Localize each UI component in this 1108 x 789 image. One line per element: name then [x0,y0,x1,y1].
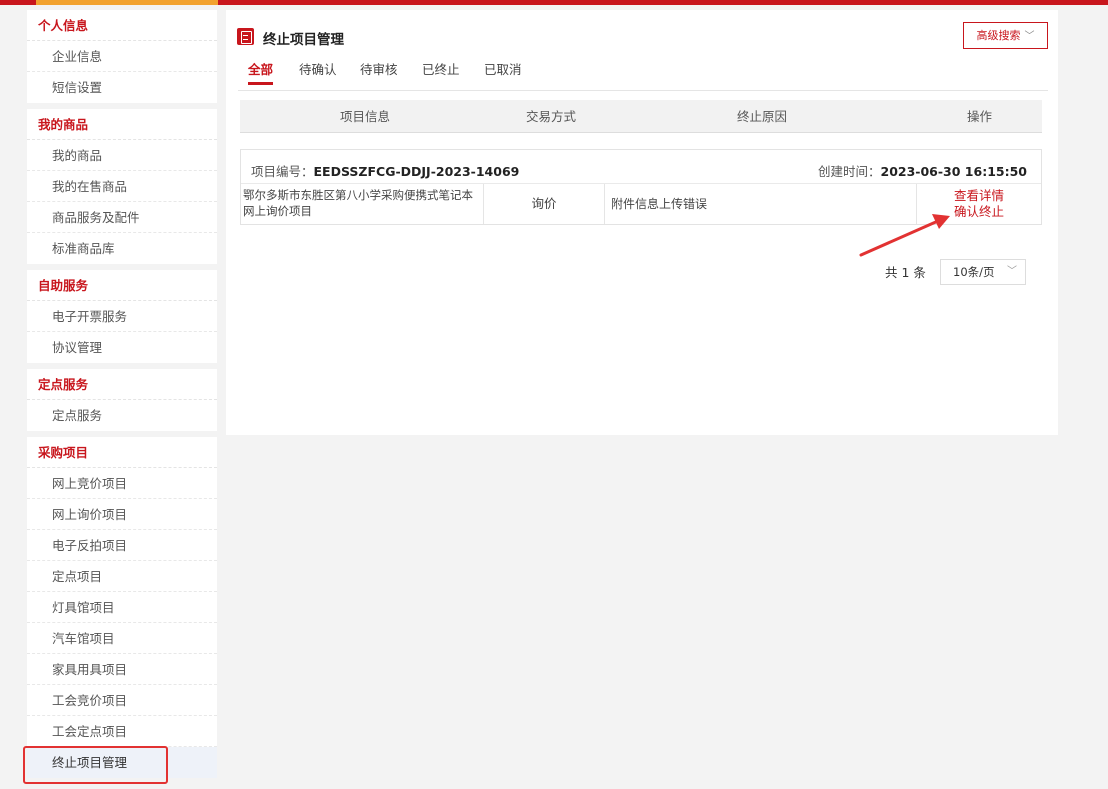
sidebar-group-personal: 个人信息 企业信息 短信设置 [27,10,217,103]
sidebar-item-company-info[interactable]: 企业信息 [27,41,217,72]
project-name: 鄂尔多斯市东胜区第八小学采购便携式笔记本 网上询价项目 [241,184,484,224]
document-icon [237,28,254,45]
advanced-search-label: 高级搜索 [976,29,1021,42]
chevron-down-icon: ﹀ [1007,266,1017,277]
view-details-link[interactable]: 查看详情 [917,188,1041,204]
created-time: 创建时间：2023-06-30 16:15:50 [818,161,1027,180]
sidebar-item-my-goods[interactable]: 我的商品 [27,140,217,171]
sidebar-group-title: 我的商品 [27,109,217,140]
column-trade-mode: 交易方式 [526,109,577,124]
confirm-termination-link[interactable]: 确认终止 [917,204,1041,220]
tab-pending-confirm[interactable]: 待确认 [299,59,337,78]
sidebar-item-online-inquiry[interactable]: 网上询价项目 [27,499,217,530]
project-name-line1: 鄂尔多斯市东胜区第八小学采购便携式笔记本 [243,188,473,202]
sidebar-group-designated: 定点服务 定点服务 [27,369,217,431]
total-count: 共 1 条 [885,265,926,280]
sidebar-item-union-bidding[interactable]: 工会竞价项目 [27,685,217,716]
sidebar-item-terminated-projects[interactable]: 终止项目管理 [23,746,217,784]
annotation-highlight-box [23,746,168,784]
sidebar-item-reverse-auction[interactable]: 电子反拍项目 [27,530,217,561]
sidebar-item-e-invoice[interactable]: 电子开票服务 [27,301,217,332]
sidebar-item-designated-service[interactable]: 定点服务 [27,400,217,431]
action-cell: 查看详情 确认终止 [917,184,1041,224]
top-bar [0,0,1108,5]
table-header: 项目信息 交易方式 终止原因 操作 [240,100,1042,133]
sidebar-group-title: 自助服务 [27,270,217,301]
tab-pending-review[interactable]: 待审核 [360,59,398,78]
sidebar-item-standard-goods[interactable]: 标准商品库 [27,233,217,264]
sidebar-group-self-service: 自助服务 电子开票服务 协议管理 [27,270,217,363]
sidebar-item-union-designated[interactable]: 工会定点项目 [27,716,217,747]
top-bar-accent [36,0,218,5]
sidebar-group-title: 个人信息 [27,10,217,41]
sidebar-item-agreements[interactable]: 协议管理 [27,332,217,363]
sidebar-item-lighting-projects[interactable]: 灯具馆项目 [27,592,217,623]
created-time-label: 创建时间： [817,164,881,179]
trade-mode: 询价 [484,184,605,224]
project-name-line2: 网上询价项目 [243,204,312,218]
sidebar-item-designated-projects[interactable]: 定点项目 [27,561,217,592]
sidebar-group-title: 采购项目 [27,437,217,468]
sidebar-item-services-accessories[interactable]: 商品服务及配件 [27,202,217,233]
main-panel: 终止项目管理 高级搜索 ﹀ 全部 待确认 待审核 已终止 已取消 项目信息 交易方… [226,10,1058,435]
sidebar-item-sms-settings[interactable]: 短信设置 [27,72,217,103]
sidebar-item-auto-projects[interactable]: 汽车馆项目 [27,623,217,654]
page-size-select[interactable]: 10条/页 ﹀ [940,259,1026,285]
advanced-search-button[interactable]: 高级搜索 ﹀ [963,22,1048,49]
column-termination-reason: 终止原因 [737,109,788,124]
project-number-value: EEDSSZFCG-DDJJ-2023-14069 [313,164,520,179]
sidebar-item-furniture-projects[interactable]: 家具用具项目 [27,654,217,685]
sidebar: 个人信息 企业信息 短信设置 我的商品 我的商品 我的在售商品 商品服务及配件 … [23,10,217,784]
divider [238,90,1048,91]
project-card-header: 项目编号：EEDSSZFCG-DDJJ-2023-14069 创建时间：2023… [241,150,1041,184]
page-size-value: 10条/页 [953,265,995,279]
sidebar-group-procurement: 采购项目 网上竞价项目 网上询价项目 电子反拍项目 定点项目 灯具馆项目 汽车馆… [23,437,217,784]
sidebar-item-on-sale-goods[interactable]: 我的在售商品 [27,171,217,202]
sidebar-group-goods: 我的商品 我的商品 我的在售商品 商品服务及配件 标准商品库 [27,109,217,264]
column-project-info: 项目信息 [340,109,391,124]
tab-terminated[interactable]: 已终止 [422,59,460,78]
tab-cancelled[interactable]: 已取消 [484,59,522,78]
sidebar-item-online-bidding[interactable]: 网上竞价项目 [27,468,217,499]
termination-reason: 附件信息上传错误 [605,184,917,224]
project-number: 项目编号：EEDSSZFCG-DDJJ-2023-14069 [251,161,519,180]
page-title: 终止项目管理 [263,32,344,48]
chevron-down-icon: ﹀ [1024,31,1035,42]
created-time-value: 2023-06-30 16:15:50 [880,164,1028,179]
sidebar-group-title: 定点服务 [27,369,217,400]
project-card: 项目编号：EEDSSZFCG-DDJJ-2023-14069 创建时间：2023… [240,149,1042,225]
column-actions: 操作 [967,109,993,124]
project-number-label: 项目编号： [251,164,314,179]
tab-all[interactable]: 全部 [248,59,274,85]
